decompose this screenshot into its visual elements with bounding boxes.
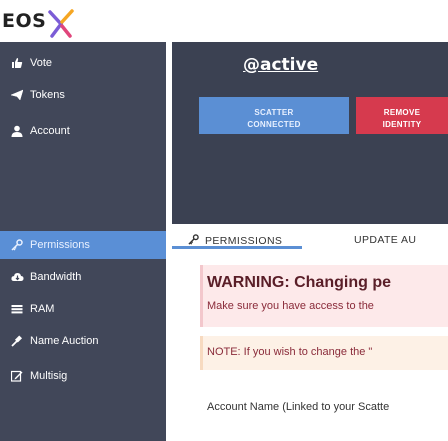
logo[interactable]: EOS (0, 6, 90, 40)
edit-icon (10, 369, 24, 383)
sidebar-item-permissions[interactable]: Permissions (0, 231, 166, 259)
sidebar-item-label: Bandwidth (30, 271, 82, 283)
tab-update-auth[interactable]: UPDATE AU (354, 234, 416, 246)
note-text: NOTE: If you wish to change the " (207, 346, 373, 358)
sidebar-item-vote[interactable]: Vote (0, 49, 166, 77)
tab-bar: PERMISSIONS UPDATE AU (172, 224, 448, 264)
scatter-connected-button[interactable]: SCATTER CONNECTED (199, 97, 349, 134)
sidebar-item-label: Tokens (30, 89, 65, 101)
sidebar-item-name-auction[interactable]: Name Auction (0, 327, 166, 355)
sidebar-item-label: Account (30, 125, 70, 137)
sidebar-item-label: Vote (30, 57, 53, 69)
sidebar-item-multisig[interactable]: Multisig (0, 362, 166, 390)
paper-plane-icon (10, 88, 24, 102)
cloud-icon (10, 270, 24, 284)
sidebar-item-label: Permissions (30, 239, 90, 251)
account-name-label: Account Name (Linked to your Scatte (207, 401, 390, 413)
sidebar-item-ram[interactable]: RAM (0, 295, 166, 323)
memory-icon (10, 302, 24, 316)
warning-title: WARNING: Changing pe (207, 274, 391, 291)
remove-identity-label: REMOVE IDENTITY (382, 107, 422, 129)
sidebar-item-label: RAM (30, 303, 55, 315)
sidebar-item-account[interactable]: Account (0, 117, 166, 145)
warning-text: Make sure you have access to the (207, 300, 374, 312)
account-username[interactable]: @active (243, 55, 318, 75)
active-tab-indicator (172, 246, 302, 249)
sidebar-item-label: Multisig (30, 370, 68, 382)
remove-identity-button[interactable]: REMOVE IDENTITY (356, 97, 448, 134)
sidebar-item-tokens[interactable]: Tokens (0, 81, 166, 109)
gavel-icon (10, 334, 24, 348)
scatter-connected-label: SCATTER CONNECTED (247, 107, 301, 129)
sidebar-item-label: Name Auction (30, 335, 99, 347)
logo-x-icon (48, 9, 74, 38)
thumbs-up-icon (10, 56, 24, 70)
user-icon (10, 124, 24, 138)
key-icon (10, 238, 24, 252)
sidebar-item-bandwidth[interactable]: Bandwidth (0, 263, 166, 291)
logo-text: EOS (2, 10, 47, 32)
